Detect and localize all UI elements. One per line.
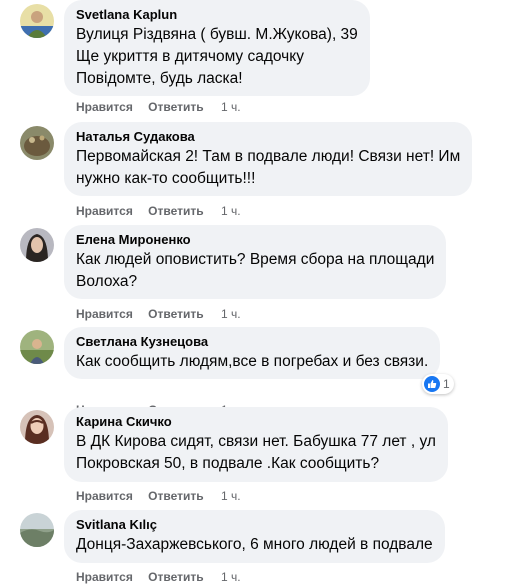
comment-author[interactable]: Svitlana Kılıç bbox=[76, 517, 433, 533]
comment-time[interactable]: 1 ч. bbox=[221, 99, 241, 115]
comment-line: Как людей оповистить? Время сбора на пло… bbox=[76, 251, 435, 268]
comment-line: Волоха? bbox=[76, 273, 138, 290]
comment-line: Как сообщить людям,все в погребах и без … bbox=[76, 353, 429, 370]
like-button[interactable]: Нравится bbox=[76, 569, 133, 585]
comment-bubble: Светлана Кузнецова Как сообщить людям,вс… bbox=[64, 327, 441, 379]
comment-author[interactable]: Светлана Кузнецова bbox=[76, 334, 428, 350]
comment-actions: Нравится Ответить 1 ч. bbox=[76, 99, 241, 115]
avatar[interactable] bbox=[20, 513, 54, 547]
comment-time[interactable]: 1 ч. bbox=[221, 306, 241, 322]
comment-actions: Нравится Ответить 1 ч. bbox=[76, 569, 241, 585]
reply-button[interactable]: Ответить bbox=[148, 569, 203, 585]
avatar[interactable] bbox=[20, 410, 54, 444]
avatar[interactable] bbox=[20, 330, 54, 364]
comment-line: Повідомте, будь ласка! bbox=[76, 70, 243, 87]
like-button[interactable]: Нравится bbox=[76, 306, 133, 322]
comment-bubble: Svitlana Kılıç Донця-Захаржевського, 6 м… bbox=[64, 510, 445, 563]
comment-actions: Нравится Ответить 1 ч. bbox=[76, 203, 241, 219]
avatar[interactable] bbox=[20, 228, 54, 262]
comment-line: нужно как-то сообщить!!! bbox=[76, 170, 256, 187]
comment-time[interactable]: 1 ч. bbox=[221, 488, 241, 504]
reaction-badge[interactable]: 1 bbox=[422, 374, 454, 394]
comment-actions: Нравится Ответить 1 ч. bbox=[76, 488, 241, 504]
comment-author[interactable]: Елена Мироненко bbox=[76, 232, 434, 248]
comment-actions: Нравится Ответить 1 ч. bbox=[76, 306, 241, 322]
reply-button[interactable]: Ответить bbox=[148, 203, 203, 219]
avatar[interactable] bbox=[20, 4, 54, 38]
comment-time[interactable]: 1 ч. bbox=[221, 569, 241, 585]
comment-line: Вулиця Різдвяна ( бувш. М.Жукова), 39 bbox=[76, 26, 358, 43]
comment-bubble: Карина Скичко В ДК Кирова сидят, связи н… bbox=[64, 407, 448, 482]
comment-bubble: Svetlana Kaplun Вулиця Різдвяна ( бувш. … bbox=[64, 0, 370, 96]
reply-button[interactable]: Ответить bbox=[148, 488, 203, 504]
comment-time[interactable]: 1 ч. bbox=[221, 203, 241, 219]
comment-author[interactable]: Наталья Судакова bbox=[76, 129, 460, 145]
like-icon bbox=[424, 375, 440, 392]
like-button[interactable]: Нравится bbox=[76, 99, 133, 115]
like-button[interactable]: Нравится bbox=[76, 488, 133, 504]
comment-line: Первомайская 2! Там в подвале люди! Связ… bbox=[76, 148, 461, 165]
comment-bubble: Елена Мироненко Как людей оповистить? Вр… bbox=[64, 225, 447, 299]
comment-line: Покровская 50, в подвале .Как сообщить? bbox=[76, 455, 380, 472]
like-button[interactable]: Нравится bbox=[76, 203, 133, 219]
comment-bubble: Наталья Судакова Первомайская 2! Там в п… bbox=[64, 122, 473, 196]
reply-button[interactable]: Ответить bbox=[148, 99, 203, 115]
comment-line: Ще укриття в дитячому садочку bbox=[76, 48, 304, 65]
avatar[interactable] bbox=[20, 126, 54, 160]
comment-author[interactable]: Карина Скичко bbox=[76, 414, 436, 430]
comment-line: В ДК Кирова сидят, связи нет. Бабушка 77… bbox=[76, 433, 436, 450]
comment-author[interactable]: Svetlana Kaplun bbox=[76, 7, 358, 23]
comment-line: Донця-Захаржевського, 6 много людей в по… bbox=[76, 536, 433, 553]
reply-button[interactable]: Ответить bbox=[148, 306, 203, 322]
reaction-count: 1 bbox=[443, 377, 450, 391]
